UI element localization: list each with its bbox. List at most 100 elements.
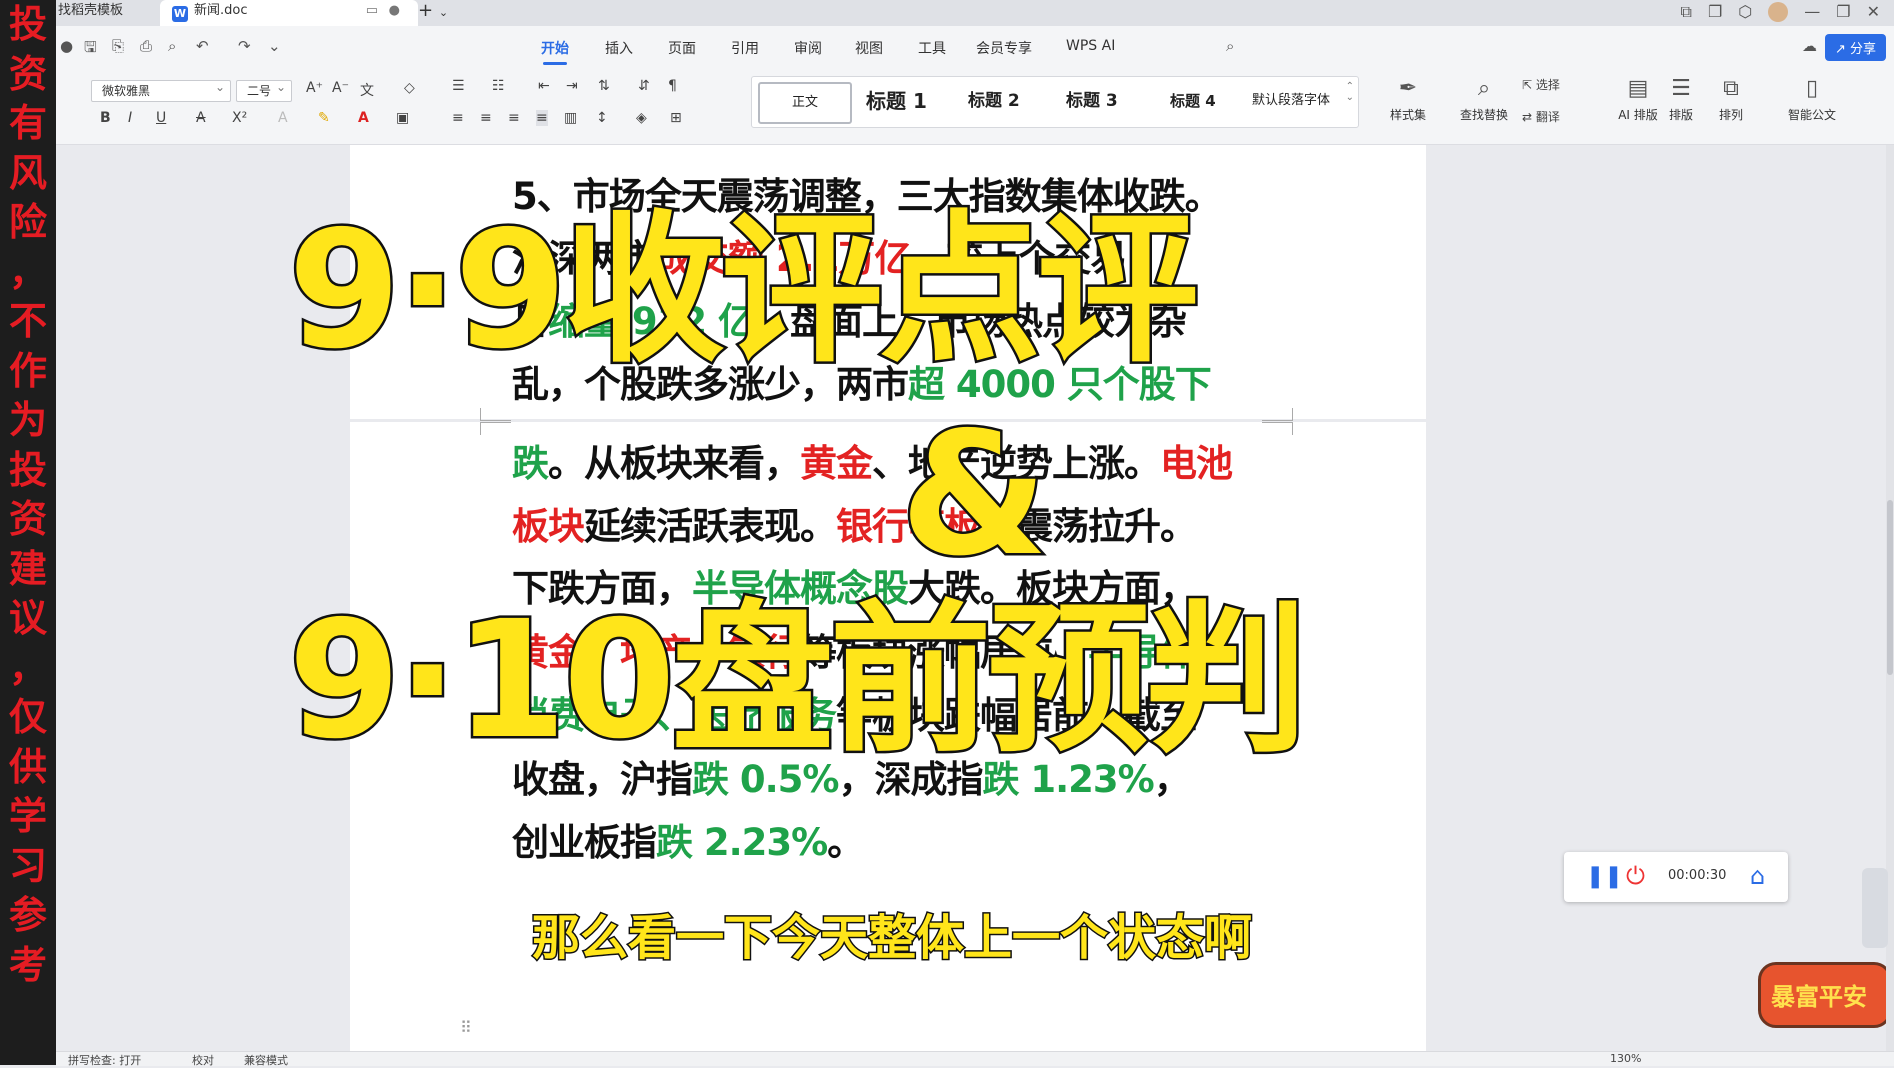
style-heading-3[interactable]: 标题 3 — [1066, 82, 1118, 120]
font-size-select[interactable]: 二号 — [236, 77, 292, 102]
style-heading-2[interactable]: 标题 2 — [968, 82, 1020, 120]
select-label: 选择 — [1535, 78, 1560, 92]
style-normal-label: 正文 — [791, 95, 818, 110]
arrange-button[interactable]: ⧉ 排列 — [1706, 76, 1756, 123]
stop-recording-icon[interactable]: ⏻ — [1626, 862, 1645, 890]
menu-tab-8[interactable]: WPS AI — [1066, 38, 1115, 54]
search-icon[interactable]: ⌕ — [1226, 37, 1234, 55]
monitor-icon[interactable]: ▭ — [366, 0, 378, 22]
tab-template-label: 找稻壳模板 — [58, 3, 124, 18]
indent-icon[interactable]: ⇥ — [566, 78, 578, 94]
more-chevron-icon[interactable]: ⌄ — [268, 37, 281, 55]
doc-icon: ▯ — [1805, 76, 1819, 101]
menu-tab-5[interactable]: 视图 — [855, 38, 883, 58]
scrollbar-thumb[interactable] — [1887, 500, 1893, 675]
select-button[interactable]: ⇱ 选择 — [1522, 76, 1560, 93]
style-set-button[interactable]: ✒ 样式集 — [1372, 76, 1444, 123]
cube-icon[interactable]: ⬡ — [1738, 2, 1752, 22]
strikethrough-icon[interactable]: A — [196, 110, 206, 126]
menu-tab-4[interactable]: 审阅 — [794, 38, 822, 58]
font-color-icon[interactable]: A — [358, 110, 369, 126]
shading-icon[interactable]: ◈ — [636, 110, 647, 126]
maximize-icon[interactable]: ❐ — [1836, 2, 1850, 22]
doc-line[interactable]: 板块延续活跃表现。银行等板块震荡拉升。 — [512, 508, 1197, 545]
spell-check-status[interactable]: 拼写检查: 打开 — [68, 1052, 141, 1068]
redo-icon[interactable]: ↷ — [238, 37, 251, 55]
align-center-icon[interactable]: ≡ — [480, 110, 492, 126]
text-effect-icon[interactable]: A — [278, 110, 288, 126]
style-default-para-font[interactable]: 默认段落字体 — [1252, 82, 1330, 120]
translate-button[interactable]: ⇄ 翻译 — [1522, 108, 1560, 125]
warning-char: 为 — [8, 398, 47, 442]
bullet-list-icon[interactable]: ☰ — [452, 78, 465, 94]
proofread-status[interactable]: 校对 — [192, 1052, 214, 1068]
direction-icon[interactable]: ⇅ — [598, 78, 610, 94]
highlight-icon[interactable]: ✎ — [318, 110, 330, 126]
minimize-icon[interactable]: — — [1804, 2, 1820, 22]
font-name-select[interactable]: 微软雅黑 — [91, 77, 231, 102]
line-spacing-icon[interactable]: ↕ — [596, 110, 608, 126]
menu-tab-1[interactable]: 插入 — [605, 38, 633, 58]
brush-icon: ✒ — [1398, 76, 1418, 101]
shrink-font-icon[interactable]: A⁻ — [332, 80, 349, 96]
grow-font-icon[interactable]: A⁺ — [306, 80, 323, 96]
print-preview-icon[interactable]: ⌕ — [168, 37, 176, 55]
superscript-icon[interactable]: X² — [232, 110, 247, 126]
bold-icon[interactable]: B — [100, 110, 111, 126]
menu-toggle-icon[interactable]: ● — [60, 37, 73, 55]
underline-icon[interactable]: U — [156, 110, 166, 126]
find-replace-button[interactable]: ⌕ 查找替换 — [1448, 76, 1520, 123]
menu-tab-2[interactable]: 页面 — [668, 38, 696, 58]
compat-mode-status[interactable]: 兼容模式 — [244, 1052, 288, 1068]
style-heading-1[interactable]: 标题 1 — [866, 82, 927, 120]
outdent-icon[interactable]: ⇤ — [538, 78, 550, 94]
close-icon[interactable]: ✕ — [1867, 2, 1880, 22]
style-heading-4[interactable]: 标题 4 — [1170, 82, 1216, 120]
undo-icon[interactable]: ↶ — [196, 37, 209, 55]
unsaved-dot-icon[interactable]: ● — [389, 0, 400, 22]
export-icon[interactable]: ⎘ — [112, 37, 124, 55]
distribute-icon[interactable]: ▥ — [564, 110, 577, 126]
align-left-icon[interactable]: ≡ — [452, 110, 464, 126]
align-right-icon[interactable]: ≡ — [508, 110, 520, 126]
italic-icon[interactable]: I — [128, 110, 132, 126]
border-icon[interactable]: ⊞ — [670, 110, 682, 126]
show-marks-icon[interactable]: ¶ — [668, 78, 677, 94]
doc-text-run: 电池 — [1160, 442, 1233, 485]
home-icon[interactable]: ⌂ — [1750, 862, 1765, 890]
menu-tab-7[interactable]: 会员专享 — [976, 38, 1032, 58]
tab-template[interactable]: 找稻壳模板 — [58, 0, 123, 26]
crop-mark — [1262, 422, 1293, 435]
zoom-level[interactable]: 130% — [1610, 1052, 1641, 1065]
style-normal[interactable]: 正文 — [758, 82, 852, 124]
menu-tab-0[interactable]: 开始 — [541, 38, 569, 65]
fortune-badge-label: 暴富平安 — [1771, 983, 1867, 1011]
doc-line[interactable]: 跌。从板块来看，黄金、地产逆势上涨。电池 — [512, 442, 1233, 485]
tab-document[interactable]: W 新闻.doc ▭ ● — [160, 0, 418, 26]
new-tab-button[interactable]: + ⌄ — [418, 0, 448, 26]
menu-tab-3[interactable]: 引用 — [731, 38, 759, 58]
print-icon[interactable]: ⎙ — [140, 37, 152, 55]
doc-line[interactable]: 创业板指跌 2.23%。 — [512, 824, 864, 861]
copy-window-icon[interactable]: ❐ — [1708, 2, 1722, 22]
restore-session-icon[interactable]: ⧉ — [1681, 2, 1692, 22]
pause-icon[interactable]: ❚❚ — [1586, 864, 1623, 889]
cloud-sync-icon[interactable]: ☁ — [1802, 37, 1817, 55]
menu-tab-6[interactable]: 工具 — [918, 38, 946, 58]
phonetic-icon[interactable]: 文 — [360, 80, 374, 100]
warning-char: 投 — [8, 447, 47, 492]
justify-icon[interactable]: ≡ — [536, 110, 548, 126]
drag-handle-icon[interactable]: ⠿ — [460, 1018, 472, 1037]
smart-doc-button[interactable]: ▯ 智能公文 — [1776, 76, 1848, 123]
char-shading-icon[interactable]: ▣ — [396, 110, 409, 126]
numbered-list-icon[interactable]: ☷ — [492, 78, 505, 94]
clear-format-icon[interactable]: ◇ — [404, 80, 415, 96]
warning-char: 考 — [8, 942, 47, 987]
avatar[interactable] — [1768, 2, 1789, 22]
side-panel-handle[interactable] — [1862, 868, 1888, 948]
style-scroll-icon[interactable]: ⌃ ⌄ — [1346, 81, 1354, 103]
layout-button[interactable]: ☰ 排版 — [1656, 76, 1706, 123]
sort-icon[interactable]: ⇵ — [638, 78, 650, 94]
share-button[interactable]: ↗ 分享 — [1824, 34, 1886, 61]
save-icon[interactable]: 🖫 — [84, 37, 97, 62]
